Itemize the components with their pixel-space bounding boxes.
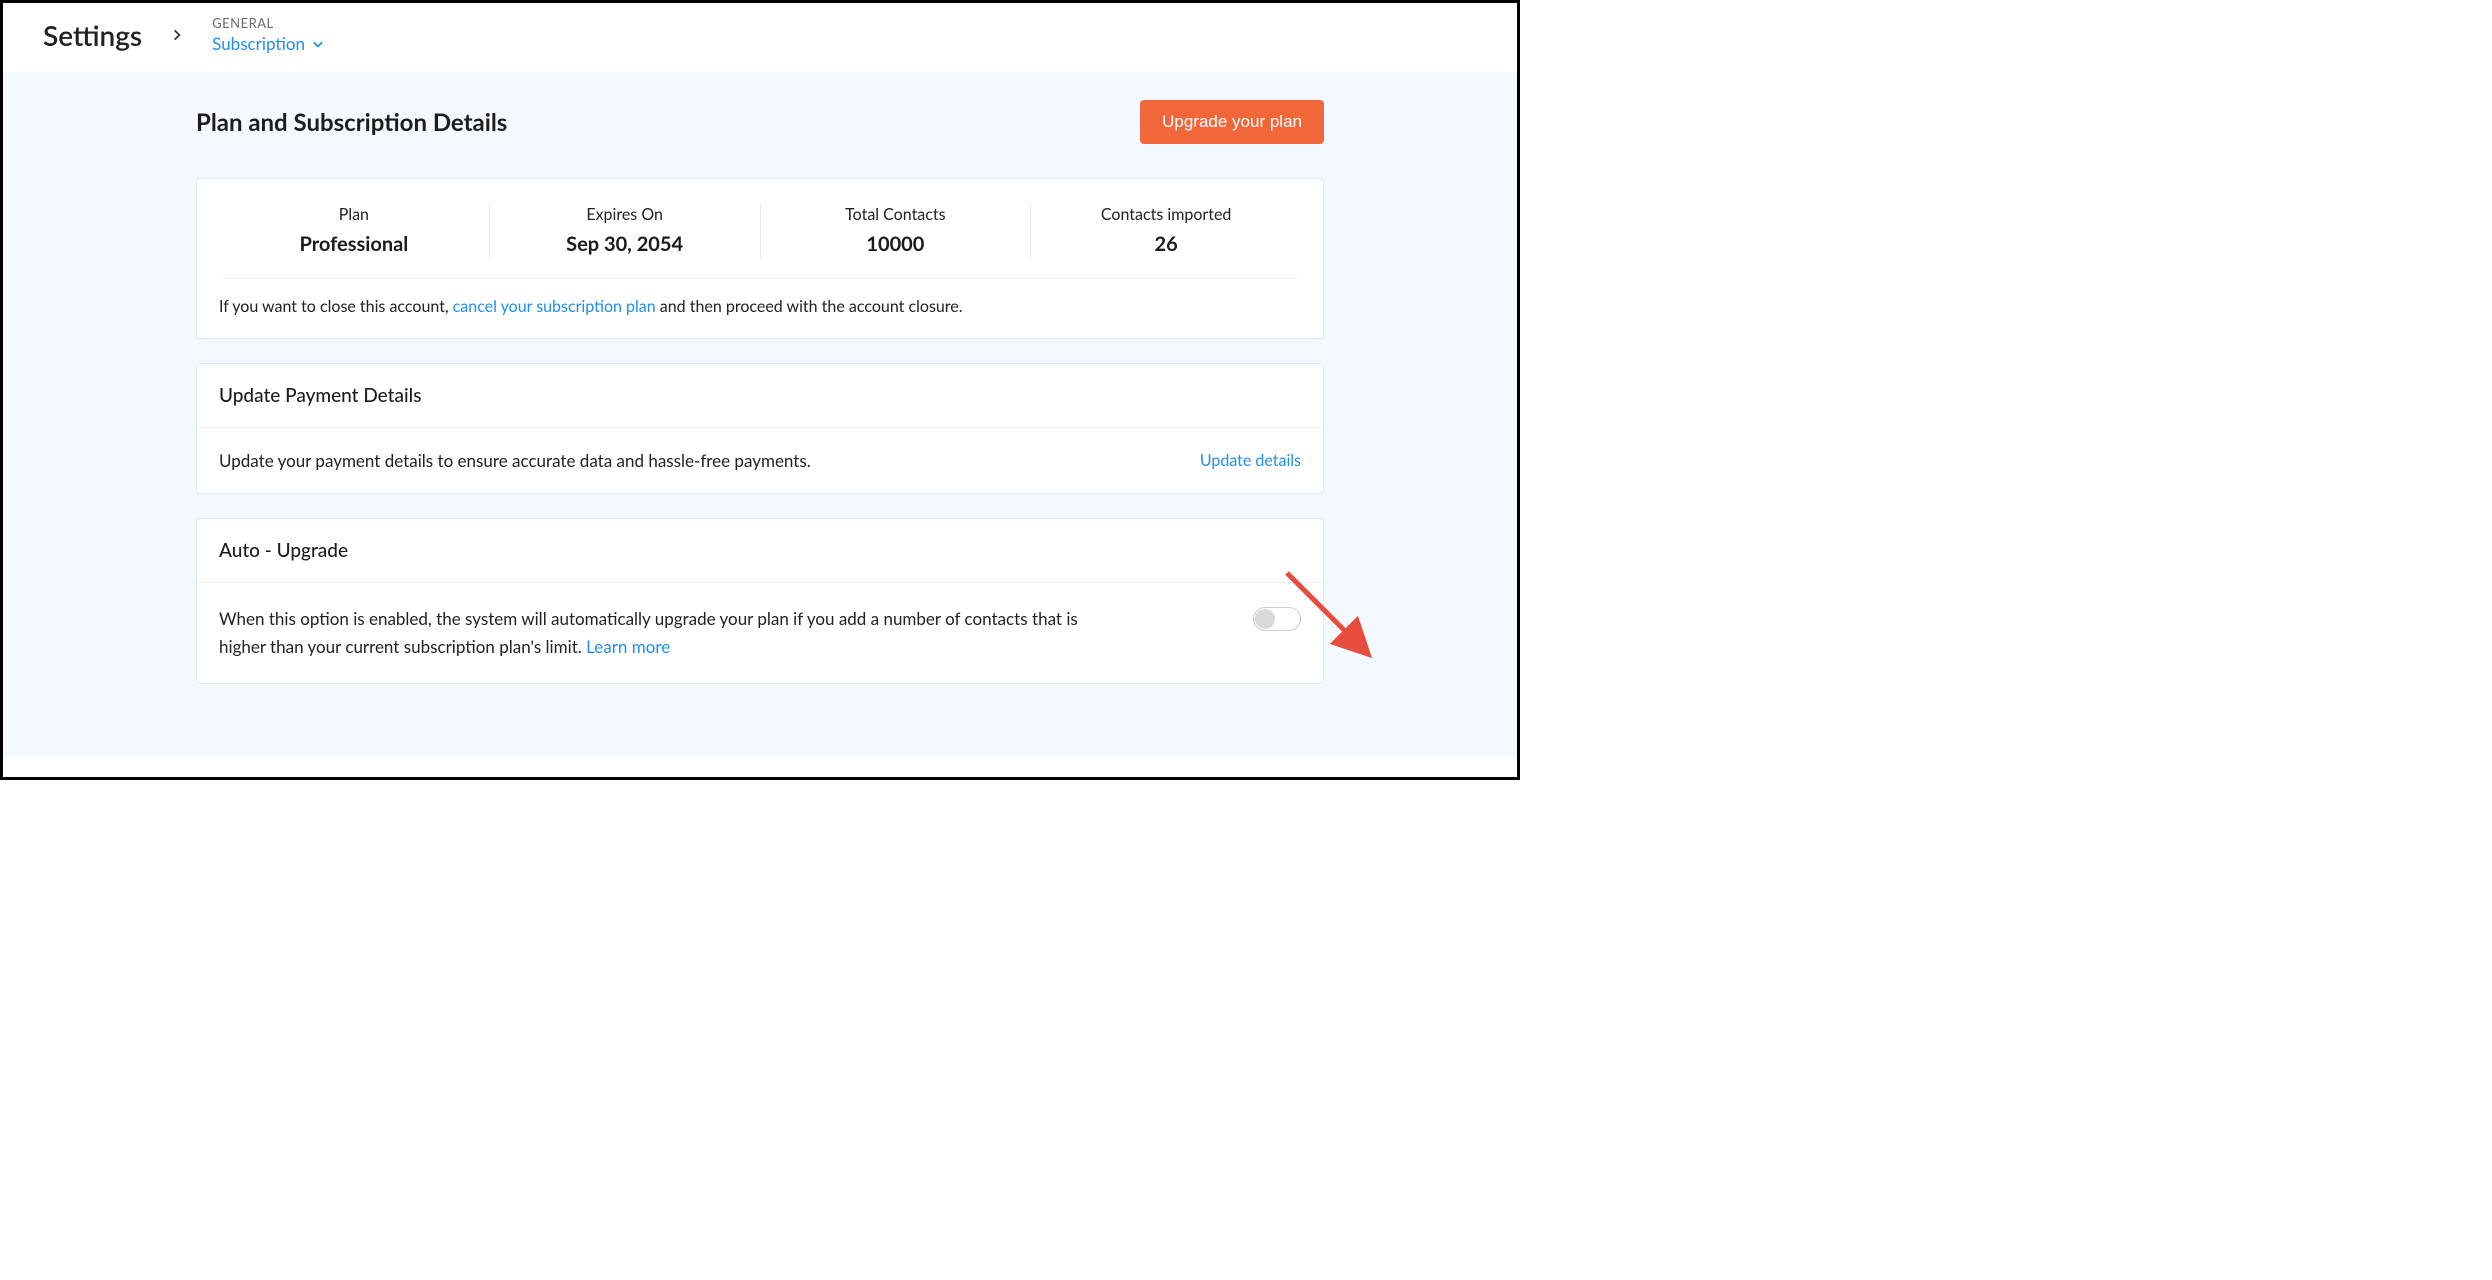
stat-expires-value: Sep 30, 2054 — [498, 232, 752, 256]
chevron-down-icon — [311, 37, 325, 51]
upgrade-plan-button[interactable]: Upgrade your plan — [1140, 100, 1324, 144]
update-payment-body: Update your payment details to ensure ac… — [197, 428, 1323, 493]
plan-details-card: Plan Professional Expires On Sep 30, 205… — [196, 178, 1324, 339]
content-container: Plan and Subscription Details Upgrade yo… — [196, 100, 1324, 684]
breadcrumb-header: Settings GENERAL Subscription — [3, 3, 1517, 72]
breadcrumb-stack: GENERAL Subscription — [212, 15, 325, 54]
cancel-subscription-link[interactable]: cancel your subscription plan — [453, 297, 656, 316]
title-row: Plan and Subscription Details Upgrade yo… — [196, 100, 1324, 144]
toggle-holder — [1253, 605, 1301, 661]
settings-title: Settings — [43, 18, 142, 52]
breadcrumb-page-dropdown[interactable]: Subscription — [212, 33, 325, 54]
update-details-link[interactable]: Update details — [1200, 451, 1301, 470]
auto-upgrade-text: When this option is enabled, the system … — [219, 605, 1089, 661]
stat-contacts-imported-label: Contacts imported — [1039, 205, 1293, 224]
update-payment-card: Update Payment Details Update your payme… — [196, 363, 1324, 494]
auto-upgrade-body: When this option is enabled, the system … — [197, 583, 1323, 683]
stat-expires-label: Expires On — [498, 205, 752, 224]
page-title: Plan and Subscription Details — [196, 108, 507, 137]
app-frame: Settings GENERAL Subscription Plan and S… — [0, 0, 1520, 780]
stat-contacts-imported: Contacts imported 26 — [1031, 203, 1301, 258]
stat-plan-label: Plan — [227, 205, 481, 224]
stat-plan: Plan Professional — [219, 203, 490, 258]
auto-upgrade-card: Auto - Upgrade When this option is enabl… — [196, 518, 1324, 684]
cancel-prefix: If you want to close this account, — [219, 297, 453, 316]
stat-total-contacts-label: Total Contacts — [769, 205, 1023, 224]
breadcrumb-category: GENERAL — [212, 15, 325, 31]
chevron-right-icon — [170, 24, 184, 46]
update-payment-title: Update Payment Details — [197, 364, 1323, 428]
stat-plan-value: Professional — [227, 232, 481, 256]
auto-upgrade-toggle[interactable] — [1253, 607, 1301, 631]
stat-expires: Expires On Sep 30, 2054 — [490, 203, 761, 258]
breadcrumb-page-label: Subscription — [212, 33, 305, 54]
stat-contacts-imported-value: 26 — [1039, 232, 1293, 256]
toggle-knob — [1255, 609, 1275, 629]
learn-more-link[interactable]: Learn more — [586, 636, 670, 657]
stats-row: Plan Professional Expires On Sep 30, 205… — [219, 179, 1301, 279]
stat-total-contacts: Total Contacts 10000 — [761, 203, 1032, 258]
cancel-subscription-row: If you want to close this account, cance… — [197, 279, 1323, 338]
update-payment-desc: Update your payment details to ensure ac… — [219, 450, 811, 471]
auto-upgrade-title: Auto - Upgrade — [197, 519, 1323, 583]
cancel-suffix: and then proceed with the account closur… — [656, 297, 963, 316]
main-area: Plan and Subscription Details Upgrade yo… — [3, 72, 1517, 756]
stat-total-contacts-value: 10000 — [769, 232, 1023, 256]
